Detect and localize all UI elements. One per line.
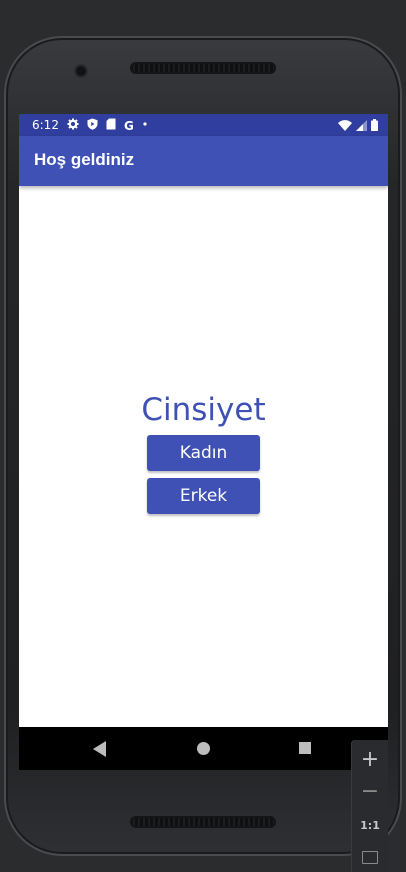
zoom-out-button[interactable]: − xyxy=(352,776,388,806)
front-camera xyxy=(76,66,86,76)
gender-heading: Cinsiyet xyxy=(141,392,266,428)
status-notification-icons: G xyxy=(67,118,148,133)
emulator-zoom-panel: + − 1:1 xyxy=(352,740,388,872)
female-button[interactable]: Kadın xyxy=(147,435,260,471)
status-system-icons xyxy=(338,119,378,134)
battery-icon xyxy=(371,119,378,134)
shield-icon xyxy=(87,118,98,133)
signal-icon xyxy=(356,119,367,134)
back-icon[interactable] xyxy=(93,741,106,757)
zoom-fit-button[interactable] xyxy=(352,842,388,872)
device-screen: 6:12 G Hoş geldiniz Cinsiyet Kadın Erkek xyxy=(19,114,388,770)
main-content: Cinsiyet Kadın Erkek xyxy=(19,186,388,727)
fit-screen-icon xyxy=(362,850,378,864)
dot-icon xyxy=(142,118,148,133)
status-bar: 6:12 G xyxy=(19,114,388,136)
google-icon: G xyxy=(124,118,134,133)
home-icon[interactable] xyxy=(197,742,210,755)
app-bar-title: Hoş geldiniz xyxy=(34,150,135,169)
bottom-speaker xyxy=(130,816,276,828)
recents-icon[interactable] xyxy=(299,742,311,754)
status-time: 6:12 xyxy=(32,118,59,132)
sd-card-icon xyxy=(106,118,116,133)
app-bar: Hoş geldiniz xyxy=(19,136,388,186)
top-speaker xyxy=(130,62,276,74)
settings-icon xyxy=(67,118,79,133)
wifi-icon xyxy=(338,119,352,134)
zoom-in-button[interactable]: + xyxy=(352,744,388,774)
male-button[interactable]: Erkek xyxy=(147,478,260,514)
navigation-bar xyxy=(19,727,388,770)
zoom-reset-button[interactable]: 1:1 xyxy=(352,810,388,840)
